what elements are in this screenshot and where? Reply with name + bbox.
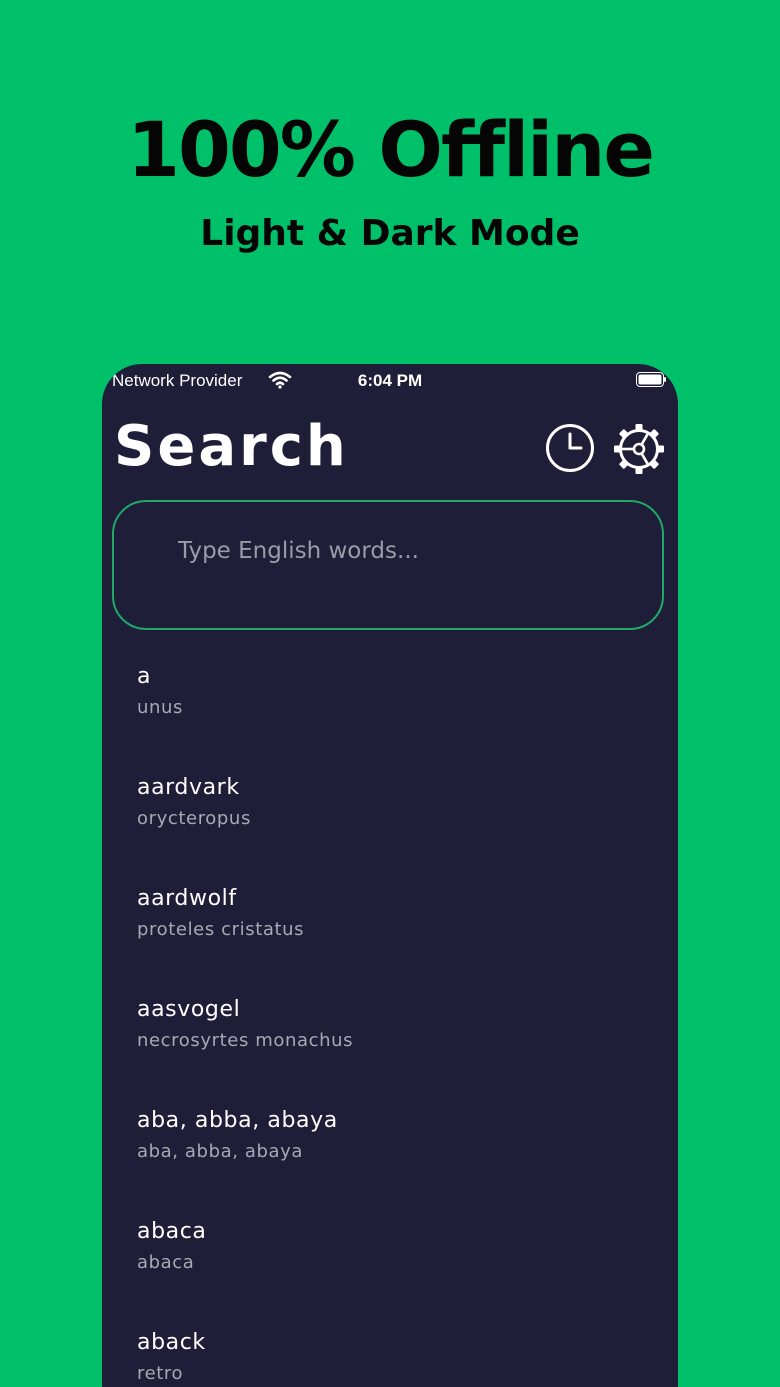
gear-icon [614,424,664,474]
promo-subheadline: Light & Dark Mode [200,213,580,254]
word-term: a [137,664,152,689]
word-term: aardwolf [137,886,237,911]
list-item[interactable]: a unus [102,654,678,765]
search-box[interactable] [112,500,664,630]
list-item[interactable]: aba, abba, abaya aba, abba, abaya [102,1098,678,1209]
battery-icon [636,372,666,387]
status-time: 6:04 PM [357,371,423,390]
word-term: aardvark [137,775,240,800]
word-translation: proteles cristatus [137,919,305,940]
list-item[interactable]: aardvark orycteropus [102,765,678,876]
promo-screen: 100% Offline Light & Dark Mode Network P… [0,0,780,1387]
status-bar: Network Provider 6:04 PM [102,364,678,398]
promo-headline: 100% Offline [127,105,655,194]
word-term: aasvogel [137,997,241,1022]
phone-frame: Network Provider 6:04 PM Search Type Eng… [102,364,678,1387]
settings-button[interactable] [612,422,664,474]
word-term: abaca [137,1219,207,1244]
word-translation: aba, abba, abaya [137,1141,304,1162]
clock-icon [546,424,594,472]
word-translation: unus [137,697,184,718]
word-term: aba, abba, abaya [137,1108,338,1133]
word-translation: orycteropus [137,808,251,829]
list-item[interactable]: aback retro [102,1320,678,1387]
list-item[interactable]: aardwolf proteles cristatus [102,876,678,987]
word-translation: abaca [137,1252,195,1273]
list-item[interactable]: aasvogel necrosyrtes monachus [102,987,678,1098]
word-translation: retro [137,1363,184,1384]
list-item[interactable]: abaca abaca [102,1209,678,1320]
word-translation: necrosyrtes monachus [137,1030,354,1051]
history-button[interactable] [544,422,596,474]
word-term: aback [137,1330,206,1355]
word-list: a unus aardvark orycteropus aardwolf pro… [102,654,678,1387]
page-title: Search [114,414,349,479]
search-input[interactable] [178,534,638,568]
